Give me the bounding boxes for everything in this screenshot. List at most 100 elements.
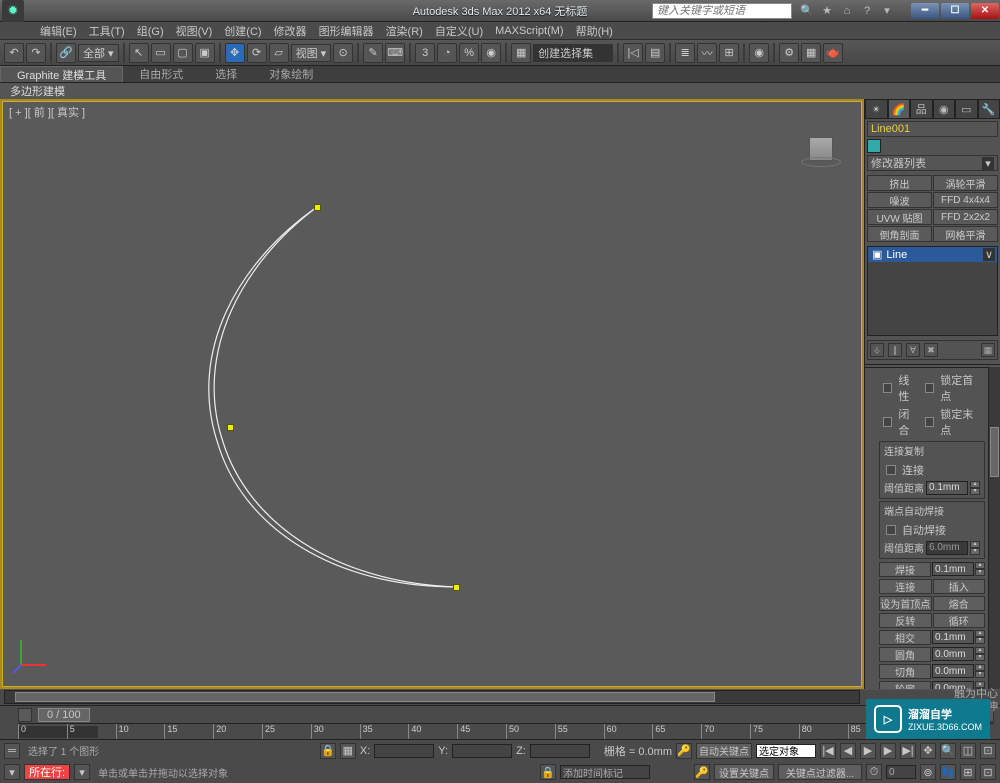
outline-button[interactable]: 轮廓: [879, 681, 931, 689]
coord-z[interactable]: [530, 744, 590, 758]
play-button[interactable]: ▶: [860, 743, 876, 759]
coord-y[interactable]: [452, 744, 512, 758]
ribbon-tab-paint[interactable]: 对象绘制: [253, 66, 329, 82]
minimize-button[interactable]: ━: [911, 3, 939, 19]
next-frame[interactable]: ▶: [880, 743, 896, 759]
connect-button[interactable]: 连接: [879, 579, 932, 594]
link-button[interactable]: 🔗: [56, 43, 76, 63]
app-icon[interactable]: ✹: [2, 0, 24, 22]
time-prev[interactable]: [18, 708, 32, 722]
ref-coord[interactable]: 视图 ▾: [291, 44, 332, 62]
layers-button[interactable]: ≣: [675, 43, 695, 63]
schematic-button[interactable]: ⊞: [719, 43, 739, 63]
nav-region[interactable]: ⊡: [980, 743, 996, 759]
nav-orbit[interactable]: ⊚: [920, 764, 936, 780]
create-tab[interactable]: ✴: [865, 99, 888, 119]
check-connect[interactable]: [886, 465, 896, 475]
help-dd-icon[interactable]: ▾: [880, 4, 894, 18]
menu-customize[interactable]: 自定义(U): [435, 23, 483, 39]
reverse-button[interactable]: 反转: [879, 613, 932, 628]
mod-meshsmooth[interactable]: 网格平滑: [933, 226, 998, 242]
autokey-button[interactable]: 自动关键点: [696, 743, 752, 759]
unique-icon[interactable]: ∀: [906, 343, 920, 357]
maximize-button[interactable]: ☐: [941, 3, 969, 19]
modifier-list[interactable]: 修改器列表▾: [867, 155, 998, 171]
infohub-icon[interactable]: 🔍: [800, 4, 814, 18]
nav-other[interactable]: ⊡: [980, 764, 996, 780]
timetag-lock[interactable]: 🔒: [540, 764, 556, 780]
percent-snap-button[interactable]: %: [459, 43, 479, 63]
mod-noise[interactable]: 噪波: [867, 192, 932, 208]
weld-input[interactable]: 0.1mm: [932, 562, 974, 576]
curve-editor-button[interactable]: 〰: [697, 43, 717, 63]
mirror-button[interactable]: |◁: [623, 43, 643, 63]
select-name-button[interactable]: ▭: [151, 43, 171, 63]
check-autoweld[interactable]: [886, 525, 896, 535]
threshold1-input[interactable]: 0.1mm: [926, 481, 968, 495]
show-end-icon[interactable]: ∥: [888, 343, 902, 357]
threshold2-spinner[interactable]: ▴▾: [970, 541, 980, 555]
modify-tab[interactable]: 🌈: [888, 99, 911, 119]
menu-view[interactable]: 视图(V): [176, 23, 213, 39]
threshold2-input[interactable]: 6.0mm: [926, 541, 968, 555]
edit-named-sel-button[interactable]: ▦: [511, 43, 531, 63]
weld-button[interactable]: 焊接: [879, 562, 931, 577]
lock-icon[interactable]: 🔒: [320, 743, 336, 759]
fillet-button[interactable]: 圆角: [879, 647, 931, 662]
cycle-button[interactable]: 循环: [933, 613, 986, 628]
chamfer-input[interactable]: 0.0mm: [932, 664, 974, 678]
crossinsert-input[interactable]: 0.1mm: [932, 630, 974, 644]
utility-tab[interactable]: 🔧: [978, 99, 1000, 119]
nav-walk[interactable]: 👣: [940, 764, 956, 780]
menu-create[interactable]: 创建(C): [224, 23, 261, 39]
hierarchy-tab[interactable]: 品: [910, 99, 933, 119]
mod-extrude[interactable]: 挤出: [867, 175, 932, 191]
spline-vertex-1[interactable]: [314, 204, 321, 211]
configure-icon[interactable]: ▦: [981, 343, 995, 357]
search-box[interactable]: [652, 3, 792, 19]
layer-chip[interactable]: 所在行:: [24, 764, 70, 780]
timetag-dd[interactable]: 添加时间标记: [560, 765, 650, 779]
motion-tab[interactable]: ◉: [933, 99, 956, 119]
modifier-stack[interactable]: ▣Line ∨: [867, 246, 998, 336]
crossinsert-button[interactable]: 相交: [879, 630, 931, 645]
mod-ffd2[interactable]: FFD 2x2x2: [933, 209, 998, 225]
ribbon-tab-selection[interactable]: 选择: [199, 66, 253, 82]
makefirst-button[interactable]: 设为首顶点: [879, 596, 932, 611]
check-lockfirst[interactable]: [925, 383, 934, 393]
menu-edit[interactable]: 编辑(E): [40, 23, 77, 39]
angle-snap-button[interactable]: ◔: [437, 43, 457, 63]
material-button[interactable]: ◉: [749, 43, 769, 63]
scale-button[interactable]: ▱: [269, 43, 289, 63]
align-button[interactable]: ▤: [645, 43, 665, 63]
nav-maximize[interactable]: ⊞: [960, 764, 976, 780]
ribbon-tab-freeform[interactable]: 自由形式: [123, 66, 199, 82]
keymode-button[interactable]: ⌨: [385, 43, 405, 63]
chamfer-spinner[interactable]: ▴▾: [975, 664, 985, 678]
rotate-button[interactable]: ⟳: [247, 43, 267, 63]
named-sel-set[interactable]: 创建选择集: [533, 44, 613, 62]
check-closed[interactable]: [883, 417, 892, 427]
menu-grapheditor[interactable]: 图形编辑器: [319, 23, 374, 39]
check-linear[interactable]: [883, 383, 892, 393]
snap-button[interactable]: 3: [415, 43, 435, 63]
render-setup-button[interactable]: ⚙: [779, 43, 799, 63]
object-name-input[interactable]: [867, 121, 998, 137]
time-slider[interactable]: 0 / 100: [38, 708, 90, 722]
pivot-button[interactable]: ⊙: [333, 43, 353, 63]
frame-input[interactable]: 0: [886, 765, 916, 779]
keyfilter-button[interactable]: 关键点过滤器...: [778, 764, 862, 780]
nav-pan[interactable]: ✥: [920, 743, 936, 759]
setkey-button[interactable]: 设置关键点: [714, 764, 774, 780]
coord-x[interactable]: [374, 744, 434, 758]
spline-vertex-2[interactable]: [227, 424, 234, 431]
key-mode-dd[interactable]: 选定对象: [756, 744, 816, 758]
close-button[interactable]: ✕: [971, 3, 999, 19]
layer-dd[interactable]: ▾: [74, 764, 90, 780]
manip-button[interactable]: ✎: [363, 43, 383, 63]
fillet-input[interactable]: 0.0mm: [932, 647, 974, 661]
time-ruler[interactable]: 0 5 10 15 20 25 30 35 40 45 50 55 60 65 …: [18, 723, 994, 739]
fuse-button[interactable]: 熔合: [933, 596, 986, 611]
help-icon[interactable]: ?: [860, 4, 874, 18]
menu-tools[interactable]: 工具(T): [89, 23, 125, 39]
